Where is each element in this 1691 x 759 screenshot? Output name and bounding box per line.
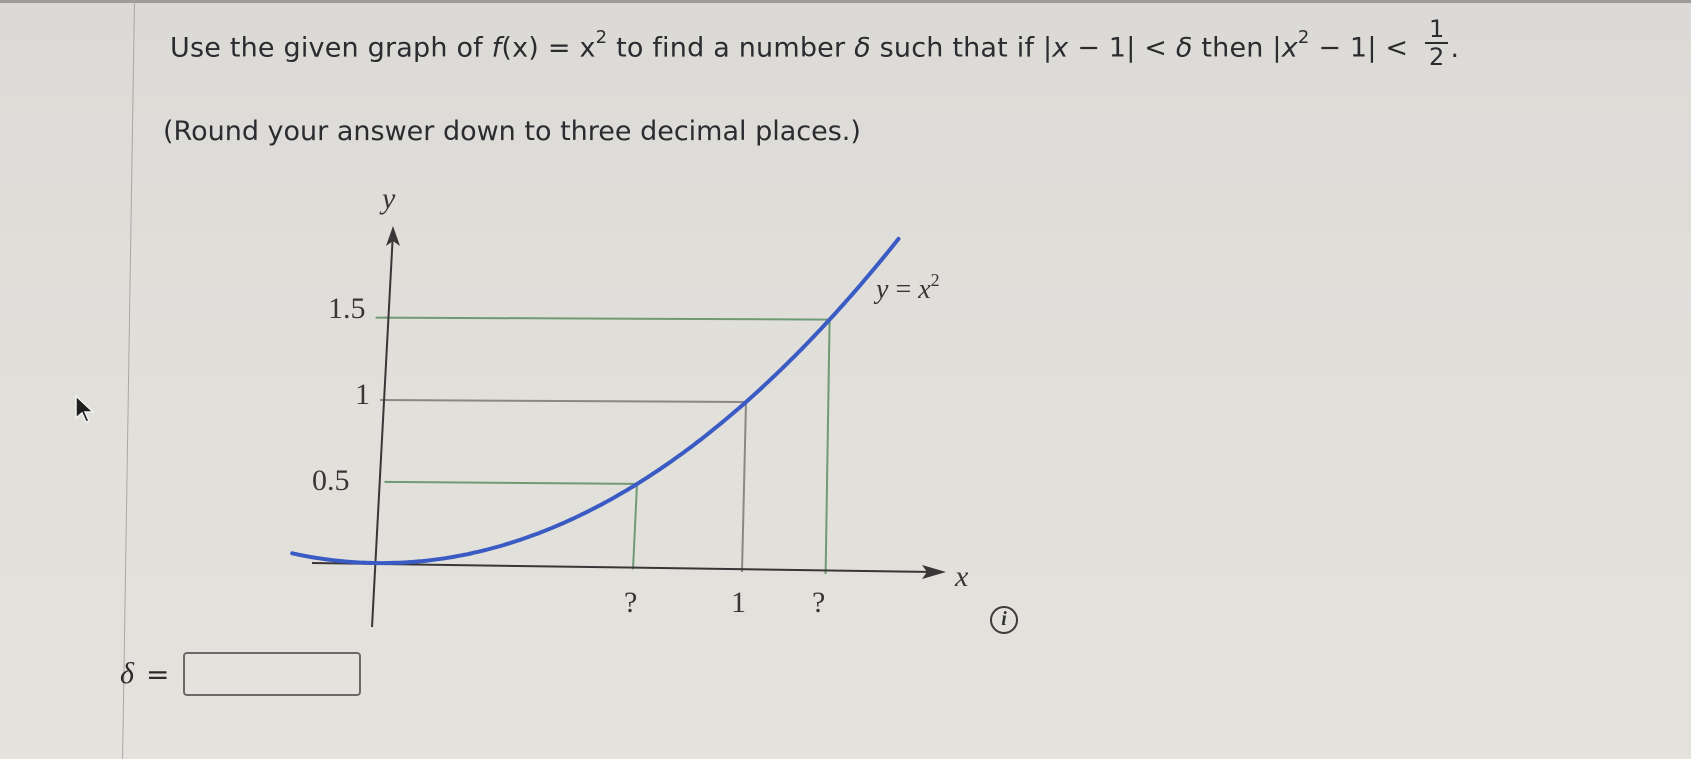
- curve-label-eq: =: [888, 274, 918, 305]
- then-text: then: [1192, 32, 1273, 64]
- curve-label-y: y: [873, 274, 889, 305]
- x-tick-label-1: 1: [731, 586, 746, 619]
- info-icon[interactable]: i: [990, 606, 1018, 634]
- func-arg: (x): [501, 32, 540, 64]
- x-tick-label-left-unknown: ?: [624, 586, 637, 619]
- y-tick-label-1-5: 1.5: [328, 292, 366, 325]
- y-axis-arrow: [386, 226, 400, 246]
- question-page: Use the given graph of f(x) = x2 to find…: [0, 0, 1691, 759]
- x-axis-arrow: [922, 565, 946, 579]
- x-tick-label-right-unknown: ?: [812, 586, 825, 619]
- y-tick-label-0-5: 0.5: [312, 464, 350, 497]
- x-axis-label: x: [954, 560, 969, 593]
- top-edge: [0, 0, 1691, 3]
- delta-answer-input[interactable]: [183, 652, 362, 696]
- such-that-text: such that if: [870, 32, 1043, 64]
- y-axis-label: y: [379, 182, 396, 215]
- vertical-guide-x-1-5: [824, 319, 831, 575]
- delta-symbol-2: δ: [1175, 32, 1193, 64]
- fraction-one-half: 12: [1425, 16, 1449, 71]
- func-base: x: [579, 32, 596, 64]
- delta-symbol: δ: [854, 32, 871, 64]
- fraction-numerator: 1: [1425, 16, 1449, 44]
- vertical-guide-x-1: [741, 401, 747, 573]
- question-text: Use the given graph of f(x) = x2 to find…: [170, 16, 1460, 76]
- curve-label: y = x2: [873, 270, 940, 305]
- curve-y-equals-x-squared: [290, 236, 901, 566]
- abs-bar-2: |: [1272, 32, 1282, 64]
- abs-bar: |: [1042, 32, 1053, 64]
- y-tick-label-1: 1: [355, 378, 370, 411]
- x-axis: [311, 562, 936, 573]
- answer-equals: =: [145, 657, 170, 691]
- cond2-var: x: [1281, 32, 1298, 64]
- cond2-rest: − 1| <: [1309, 32, 1417, 64]
- equals-sign: =: [539, 32, 580, 64]
- fraction-denominator: 2: [1429, 43, 1445, 71]
- horizontal-guide-y-0-5: [384, 480, 638, 485]
- cond1-var: x: [1052, 32, 1069, 64]
- curve-label-x: x: [917, 274, 931, 305]
- vertical-guide-x-0-5: [632, 483, 638, 570]
- func-name: f: [491, 32, 502, 64]
- cond2-exponent: 2: [1297, 26, 1310, 48]
- svg-text:y = x2: y = x2: [873, 270, 940, 305]
- horizontal-guide-y-1-5: [375, 316, 830, 321]
- answer-row: δ =: [120, 652, 362, 696]
- mouse-cursor-icon: [75, 394, 95, 423]
- rounding-instruction: (Round your answer down to three decimal…: [163, 116, 861, 147]
- period: .: [1450, 32, 1460, 64]
- graph-figure: y x 1.5 1 0.5 ? 1 ? y = x2: [290, 182, 969, 628]
- left-margin-divider: [122, 0, 135, 759]
- cond1-rest: − 1| <: [1068, 32, 1176, 64]
- func-exponent: 2: [595, 26, 608, 48]
- curve-label-exp: 2: [931, 270, 940, 290]
- guide-lines: [375, 316, 831, 575]
- question-prefix: Use the given graph of: [170, 32, 492, 64]
- horizontal-guide-y-1: [380, 399, 747, 403]
- y-axis: [371, 231, 394, 628]
- question-middle: to find a number: [607, 32, 855, 64]
- delta-label: δ: [120, 657, 134, 690]
